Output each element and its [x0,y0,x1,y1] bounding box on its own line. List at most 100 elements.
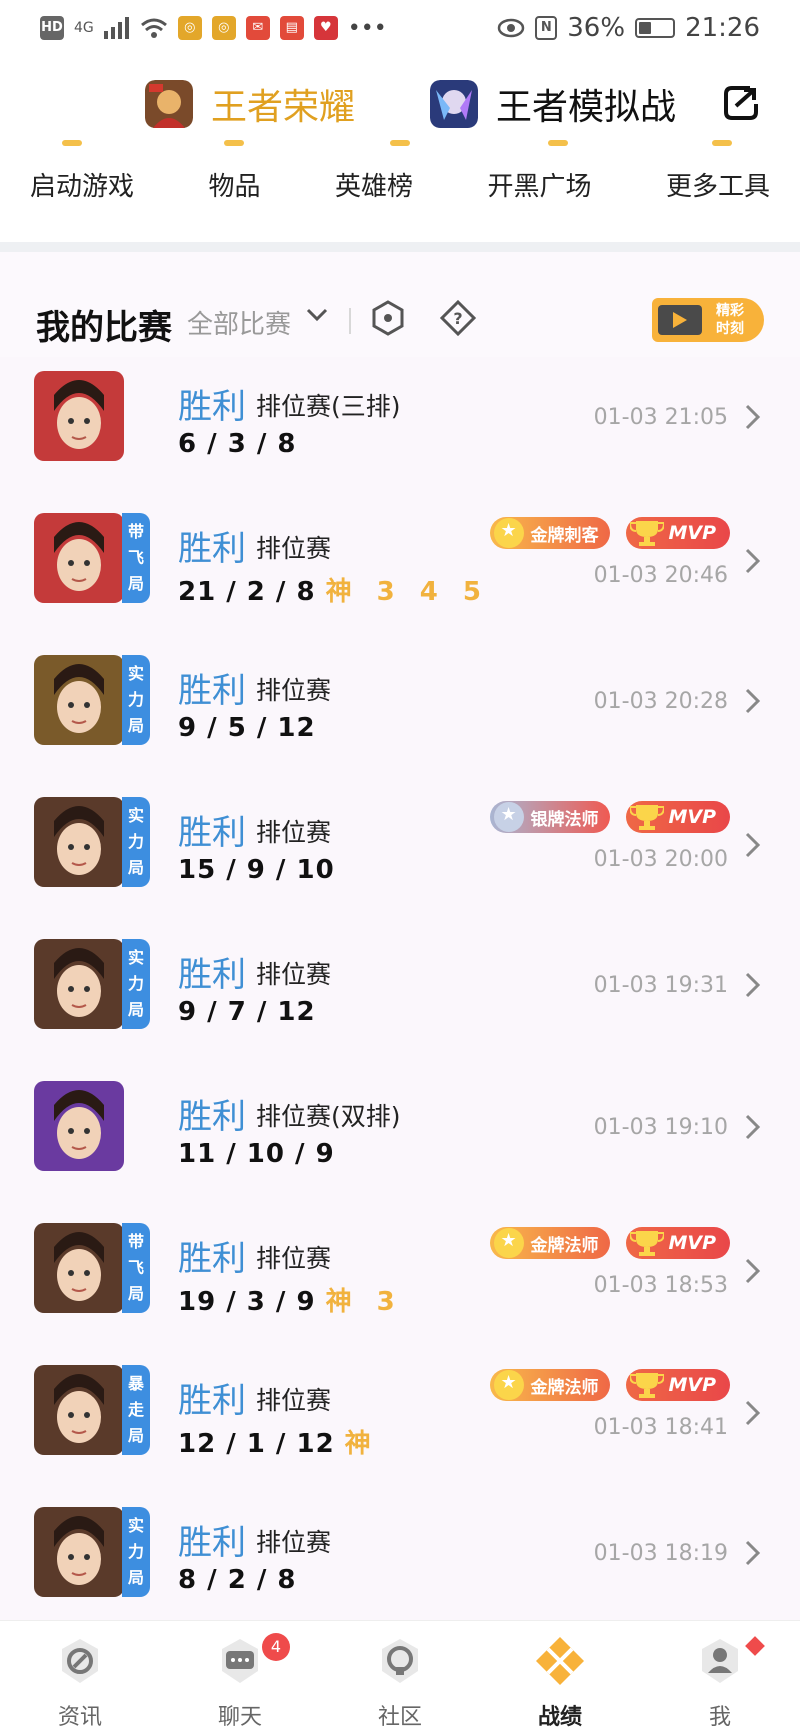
match-mode: 排位赛 [256,534,332,563]
battery-percent: 36% [567,13,626,43]
mvp-badge: MVP [626,801,730,833]
video-camera-icon [658,305,702,335]
community-icon [382,1639,418,1683]
status-bar: HD 4G ◎ ◎ ✉ ▤ ♥ ••• N 36% 21:26 [0,0,800,56]
highlight-moments-button[interactable]: 精彩时刻 [652,298,764,342]
match-time: 01-03 19:31 [593,973,728,998]
match-list: 胜利 排位赛(三排) 6 / 3 / 8 01-03 21:05 带飞局 胜利 排位赛 21 … [0,357,800,1635]
chevron-down-icon[interactable] [304,302,330,328]
match-mode: 排位赛 [256,818,332,847]
hero-avatar [34,371,124,461]
match-badges: 银牌法师 MVP [490,801,730,833]
match-row[interactable]: 实力局 胜利 排位赛 9 / 7 / 12 01-03 19:31 [0,925,800,1067]
medal-label: 金牌法师 [530,1235,599,1256]
match-tag: 暴走局 [122,1365,150,1455]
hero-avatar [34,513,124,603]
kda-value: 11 / 10 / 9 [178,1139,335,1169]
godlike-streak: 神 3 4 5 [325,577,489,607]
hero-avatar [34,797,124,887]
medal-label: 银牌法师 [530,809,599,830]
star-icon [494,1228,525,1258]
match-result: 胜利 [178,1381,246,1421]
quick-more-tools[interactable]: 更多工具 [666,166,770,203]
nav-me[interactable]: 我 [640,1621,800,1733]
match-row[interactable]: 胜利 排位赛(三排) 6 / 3 / 8 01-03 21:05 [0,357,800,499]
nav-label: 社区 [377,1705,422,1730]
hero-avatar [34,655,124,745]
honor-of-kings-icon [145,80,193,128]
match-kda: 21 / 2 / 8 神 3 4 5 [178,571,489,608]
quick-start-game[interactable]: 启动游戏 [30,166,134,203]
help-icon[interactable]: ? [440,300,476,336]
profile-icon [702,1639,738,1683]
match-row[interactable]: 实力局 胜利 排位赛 9 / 5 / 12 01-03 20:28 [0,641,800,783]
match-tag: 带飞局 [122,513,150,603]
game-tab-simulator[interactable]: 王者模拟战 [430,78,676,130]
clock: 21:26 [685,13,760,43]
crossed-swords-icon [536,1637,584,1685]
match-filter-dropdown[interactable]: 全部比赛 [187,304,291,341]
mvp-badge: MVP [626,517,730,549]
match-row[interactable]: 实力局 胜利 排位赛 8 / 2 / 8 01-03 18:19 [0,1493,800,1635]
star-icon [494,518,525,548]
match-row[interactable]: 暴走局胜利排位赛 12 / 1 / 12 神 金牌法师 MVP 01-03 18:41 [0,1351,800,1493]
chevron-right-icon [745,404,761,430]
quick-hero-rank[interactable]: 英雄榜 [335,166,413,203]
godlike-streak: 神 [344,1429,379,1459]
nav-chat[interactable]: 聊天 [160,1621,320,1733]
share-icon[interactable] [720,82,762,124]
kda-value: 12 / 1 / 12 [178,1429,335,1459]
match-row[interactable]: 带飞局胜利排位赛 19 / 3 / 9 神 3 金牌法师 MVP 01-03 18:53 [0,1209,800,1351]
nav-news[interactable]: 资讯 [0,1621,160,1733]
match-time: 01-03 20:00 [593,847,728,872]
match-row[interactable]: 胜利 排位赛(双排) 11 / 10 / 9 01-03 19:10 [0,1067,800,1209]
match-kda: 15 / 9 / 10 [178,855,335,885]
nav-stats[interactable]: 战绩 [480,1621,640,1733]
match-kda: 9 / 5 / 12 [178,713,316,743]
match-badges: 金牌刺客 MVP [490,517,730,549]
match-result: 胜利 [178,813,246,853]
quick-icons-row [0,140,800,150]
chat-icon [222,1639,258,1683]
app-header: 王者荣耀 王者模拟战 启动游戏 物品 英雄榜 开黑广场 更多工具 [0,56,800,242]
godlike-streak: 神 3 [325,1287,403,1317]
quick-team-plaza[interactable]: 开黑广场 [487,166,591,203]
match-row[interactable]: 实力局胜利排位赛 15 / 9 / 10 银牌法师 MVP 01-03 20:00 [0,783,800,925]
medal-badge: 金牌刺客 [490,517,611,549]
hero-avatar [34,1223,124,1313]
hd-icon: HD [40,16,64,40]
match-row[interactable]: 带飞局胜利排位赛 21 / 2 / 8 神 3 4 5 金牌刺客 MVP 01-03 20… [0,499,800,641]
match-mode: 排位赛 [256,1528,332,1557]
nav-label: 我 [708,1705,731,1730]
settings-hex-icon[interactable] [370,300,406,336]
nav-community[interactable]: 社区 [320,1621,480,1733]
kda-value: 8 / 2 / 8 [178,1565,297,1595]
match-result: 胜利 [178,955,246,995]
more-dots-icon: ••• [347,15,387,41]
match-mode: 排位赛 [256,1386,332,1415]
quick-items[interactable]: 物品 [208,166,260,203]
match-time: 01-03 20:46 [593,563,728,588]
highlight-label: 精彩时刻 [716,303,744,337]
match-mode: 排位赛 [256,676,332,705]
divider [0,242,800,252]
game-tab-honor-of-kings[interactable]: 王者荣耀 [145,78,355,130]
trophy-icon [630,1373,665,1398]
network-label: 4G [74,20,94,36]
book-icon: ▤ [279,16,304,40]
chevron-right-icon [745,1258,761,1284]
hero-avatar [34,1507,124,1597]
match-mode: 排位赛 [256,1244,332,1273]
star-icon [494,1370,525,1400]
eye-icon [498,18,525,38]
quick-actions: 启动游戏 物品 英雄榜 开黑广场 更多工具 [0,166,800,203]
app-screen: HD 4G ◎ ◎ ✉ ▤ ♥ ••• N 36% 21:26 王者荣耀 王者模… [0,0,800,1733]
match-time: 01-03 18:41 [593,1415,728,1440]
mvp-label: MVP [668,522,716,544]
nav-label: 战绩 [537,1705,582,1730]
match-kda: 6 / 3 / 8 [178,429,296,459]
match-tag: 实力局 [122,939,150,1029]
match-result: 胜利 [178,671,246,711]
huawei-icon: ✉ [245,16,270,40]
kda-value: 19 / 3 / 9 [178,1287,316,1317]
